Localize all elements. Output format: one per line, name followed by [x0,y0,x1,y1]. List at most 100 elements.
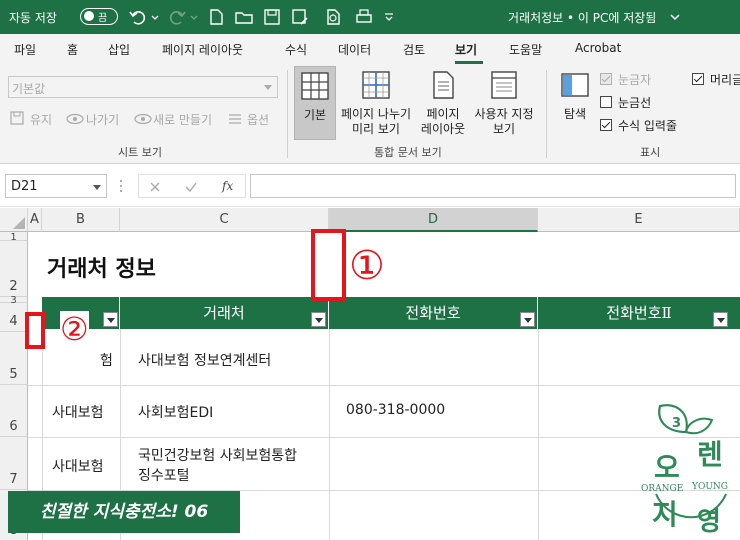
column-header-d[interactable]: D [329,208,538,232]
column-divider [329,329,330,540]
table-cell[interactable]: 험 [100,350,113,370]
filter-dropdown-icon[interactable] [311,312,326,327]
column-header-e[interactable]: E [538,208,740,232]
tab-page-layout[interactable]: 페이지 레이아웃 [162,41,243,58]
filter-dropdown-icon[interactable] [520,312,535,327]
table-cell[interactable]: 사대보험 [52,402,104,422]
tab-formulas[interactable]: 수식 [285,41,307,58]
logo-char-young: 영 [697,507,721,537]
svg-text:3: 3 [672,416,681,431]
watermark-banner: 친절한 지식충전소! 06 [8,491,240,533]
undo-icon[interactable] [128,7,148,27]
normal-view-button[interactable]: 기본 [294,66,336,140]
save-as-icon[interactable] [290,7,310,27]
gridlines-checkbox[interactable] [600,96,612,108]
tab-view[interactable]: 보기 [455,41,477,58]
table-header-phone[interactable]: 전화번호 [329,297,538,329]
table-header-vendor[interactable]: 거래처 [120,297,329,329]
open-folder-icon[interactable] [234,7,254,27]
row-header-4[interactable]: 4 [0,303,28,332]
page-layout-icon [433,71,454,99]
column-header-b[interactable]: B [42,208,120,232]
chevron-down-icon[interactable] [668,7,682,27]
new-file-icon[interactable] [206,7,226,27]
page-break-label-1: 페이지 나누기 [340,107,412,121]
autosave-toggle[interactable]: 끔 [80,8,118,25]
tab-acrobat[interactable]: Acrobat [575,41,621,55]
sheet-view-new: 새로 만들기 [153,113,213,127]
filter-dropdown-icon[interactable] [713,312,728,327]
sheet-view-dropdown-value: 기본값 [12,82,46,96]
tab-review[interactable]: 검토 [403,41,425,58]
tab-help[interactable]: 도움말 [509,41,542,58]
autosave-label: 자동 저장 [9,11,57,25]
enter-check-icon[interactable] [185,181,197,193]
undo-dropdown-icon[interactable] [150,7,160,27]
custom-views-label-2: 보기 [492,122,516,136]
column-divider [538,329,539,540]
table-cell[interactable]: 징수포털 [138,465,190,485]
title-bar: 자동 저장 끔 거래처정보 • 이 PC에 저장됨 [0,0,740,34]
column-header-c[interactable]: C [120,208,329,232]
save-icon[interactable] [262,7,282,27]
custom-views-label-1: 사용자 지정 [474,107,534,121]
sheet-view-keep: 유지 [30,113,53,127]
table-cell[interactable]: 국민건강보험 사회보험통합 [138,445,297,465]
page-layout-label-2: 레이아웃 [420,122,466,136]
cancel-icon[interactable] [149,181,161,193]
group-divider [287,70,288,158]
page-break-preview-button[interactable]: 페이지 나누기 미리 보기 [338,66,414,140]
navigation-button[interactable]: 탐색 [556,66,594,140]
table-header-vendor-label: 거래처 [203,304,245,322]
name-box[interactable]: D21 [5,174,107,198]
logo-char-o: 오 [654,451,680,484]
print-icon[interactable] [354,7,374,27]
row-header-2[interactable]: 2 [0,241,28,297]
insert-function-button[interactable]: fx [222,179,233,193]
gridlines-label: 눈금선 [618,96,652,110]
row-header-1[interactable]: 1 [0,232,28,243]
table-cell[interactable]: 사회보험EDI [138,402,213,422]
row-divider [28,437,740,438]
ribbon-body: 기본값 유지 나가기 새로 만들기 옵션 시트 보기 기본 페이지 나누기 미리… [0,64,740,164]
ruler-label: 눈금자 [618,73,652,87]
column-header-a[interactable]: A [28,208,42,232]
highlight-box-2 [25,312,45,349]
table-cell[interactable]: 사대보험 정보연계센터 [138,350,271,370]
page-layout-view-button[interactable]: 페이지 레이아웃 [418,66,468,140]
row-header-7[interactable]: 7 [0,437,28,490]
sheet-view-dropdown: 기본값 [8,76,278,98]
tab-data[interactable]: 데이터 [338,41,371,58]
headings-checkbox[interactable] [692,73,704,85]
select-all-icon [13,217,25,229]
keep-view-icon [10,111,24,125]
table-cell[interactable]: 사대보험 [52,456,104,476]
sheet-view-options: 옵션 [247,113,270,127]
custom-views-button[interactable]: 사용자 지정 보기 [470,66,538,140]
tab-insert[interactable]: 삽입 [108,41,130,58]
tab-home[interactable]: 홈 [67,41,78,58]
tab-file[interactable]: 파일 [14,41,36,58]
worksheet-grid[interactable]: A B C D E 1 2 3 4 5 6 7 8 거래처 정보 거래처 전화번… [0,208,740,540]
document-title[interactable]: 거래처정보 • 이 PC에 저장됨 [508,9,656,26]
redo-icon [169,11,186,25]
filter-dropdown-icon[interactable] [103,312,118,327]
highlight-box-1 [311,229,346,301]
headings-label: 머리글 [710,73,740,87]
formula-bar-checkbox[interactable] [600,119,612,131]
resize-handle-icon[interactable] [118,179,124,193]
eye-plus-icon [134,113,152,125]
select-all-corner[interactable] [0,208,28,232]
table-cell[interactable]: 080-318-0000 [346,402,445,418]
table-header-phone2[interactable]: 전화번호Ⅱ [538,297,740,329]
page-break-icon [362,71,390,99]
row-header-5[interactable]: 5 [0,332,28,385]
formula-input[interactable] [250,174,736,198]
normal-view-label: 기본 [303,108,327,122]
row-header-6[interactable]: 6 [0,385,28,437]
print-preview-icon[interactable] [324,7,344,27]
table-header-phone-label: 전화번호 [405,304,461,322]
customize-toolbar-icon[interactable] [382,7,396,27]
ribbon-tabs: 파일 홈 삽입 페이지 레이아웃 수식 데이터 검토 보기 도움말 Acroba… [0,34,740,64]
logo-text-young: YOUNG [692,482,728,492]
